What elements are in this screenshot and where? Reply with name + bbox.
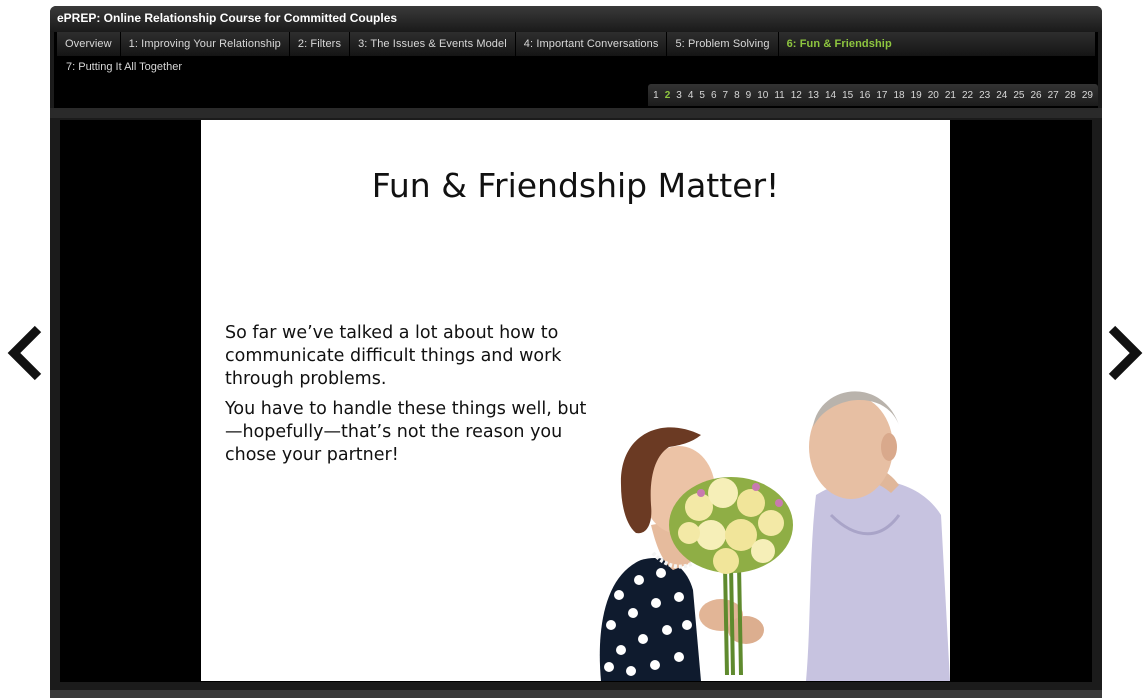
page-link-10[interactable]: 10: [754, 90, 771, 101]
app-title: ePREP: Online Relationship Course for Co…: [57, 11, 398, 25]
slide-body: So far we’ve talked a lot about how to c…: [225, 322, 600, 474]
page-link-3[interactable]: 3: [673, 90, 685, 101]
page-link-25[interactable]: 25: [1010, 90, 1027, 101]
tab-fun-friendship[interactable]: 6: Fun & Friendship: [779, 32, 900, 56]
page-link-18[interactable]: 18: [891, 90, 908, 101]
page-link-9[interactable]: 9: [743, 90, 755, 101]
page-selector: 1 2 3 4 5 6 7 8 9 10 11 12 13 14 15 16 1…: [648, 84, 1098, 106]
page-link-5[interactable]: 5: [696, 90, 708, 101]
page-link-29[interactable]: 29: [1079, 90, 1096, 101]
tab-important-conversations[interactable]: 4: Important Conversations: [516, 32, 668, 56]
page-link-21[interactable]: 21: [942, 90, 959, 101]
page-link-20[interactable]: 20: [925, 90, 942, 101]
tab-problem-solving[interactable]: 5: Problem Solving: [667, 32, 779, 56]
slide-paragraph-1: So far we’ve talked a lot about how to c…: [225, 323, 562, 389]
course-player: ePREP: Online Relationship Course for Co…: [50, 6, 1102, 698]
tab-issues-events-model[interactable]: 3: The Issues & Events Model: [350, 32, 516, 56]
module-tabs: Overview 1: Improving Your Relationship …: [57, 32, 1095, 56]
page-link-12[interactable]: 12: [788, 90, 805, 101]
bottom-strip: [50, 690, 1102, 698]
slide-title: Fun & Friendship Matter!: [371, 166, 780, 205]
page-link-8[interactable]: 8: [731, 90, 743, 101]
tab-overview[interactable]: Overview: [57, 32, 121, 56]
slide-paragraph-2: You have to handle these things well, bu…: [225, 399, 587, 465]
page-link-13[interactable]: 13: [805, 90, 822, 101]
page-link-19[interactable]: 19: [908, 90, 925, 101]
woman-dress: [599, 558, 701, 681]
tab-putting-it-all-together[interactable]: 7: Putting It All Together: [66, 61, 182, 73]
page-link-2[interactable]: 2: [662, 90, 674, 101]
man-shirt: [806, 479, 950, 681]
page-link-7[interactable]: 7: [720, 90, 732, 101]
page-link-28[interactable]: 28: [1062, 90, 1079, 101]
page-link-4[interactable]: 4: [685, 90, 697, 101]
tab-filters[interactable]: 2: Filters: [290, 32, 351, 56]
tab-improving-your-relationship[interactable]: 1: Improving Your Relationship: [121, 32, 290, 56]
divider-bar: [50, 108, 1102, 118]
page-link-11[interactable]: 11: [771, 90, 787, 101]
page-link-6[interactable]: 6: [708, 90, 720, 101]
page-link-23[interactable]: 23: [976, 90, 993, 101]
page-link-27[interactable]: 27: [1045, 90, 1062, 101]
chevron-right-icon: [1108, 325, 1143, 381]
page-link-14[interactable]: 14: [822, 90, 839, 101]
title-bar: ePREP: Online Relationship Course for Co…: [50, 6, 1102, 32]
page-link-16[interactable]: 16: [856, 90, 873, 101]
chevron-left-icon: [7, 325, 42, 381]
slide: Fun & Friendship Matter! So far we’ve ta…: [201, 120, 950, 681]
previous-slide-button[interactable]: [2, 323, 46, 383]
module-navigation: Overview 1: Improving Your Relationship …: [54, 32, 1098, 108]
page-link-22[interactable]: 22: [959, 90, 976, 101]
page-link-17[interactable]: 17: [873, 90, 890, 101]
couple-photo: [599, 391, 950, 681]
next-slide-button[interactable]: [1104, 323, 1144, 383]
page-link-15[interactable]: 15: [839, 90, 856, 101]
page-link-24[interactable]: 24: [993, 90, 1010, 101]
page-link-26[interactable]: 26: [1028, 90, 1045, 101]
page-link-1[interactable]: 1: [650, 90, 662, 101]
